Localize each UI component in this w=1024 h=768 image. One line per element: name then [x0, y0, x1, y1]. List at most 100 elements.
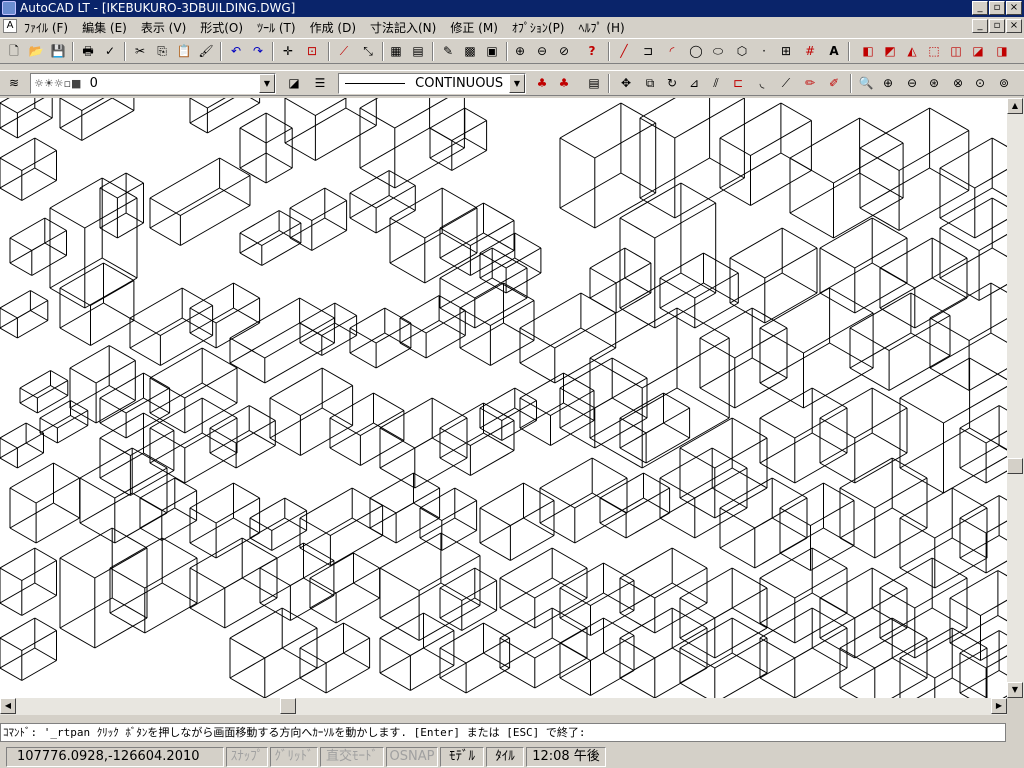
scale-icon[interactable]: ⊿: [684, 73, 704, 93]
undo-icon[interactable]: ↶: [226, 41, 246, 61]
scroll-up-button[interactable]: ▲: [1007, 98, 1023, 114]
drawing-canvas[interactable]: [0, 98, 1007, 698]
coordinate-display[interactable]: 107776.0928,-126604.2010: [6, 747, 224, 767]
solid-icon[interactable]: ◨: [992, 41, 1012, 61]
zoom-extents-icon[interactable]: ⊗: [948, 73, 968, 93]
zoom-in-icon[interactable]: ⊕: [878, 73, 898, 93]
zoom-previous-icon[interactable]: ⊙: [970, 73, 990, 93]
zoom-dynamic-icon[interactable]: ⊚: [994, 73, 1014, 93]
linetype-dropdown-arrow[interactable]: ▼: [509, 74, 525, 93]
torus-icon[interactable]: ◪: [968, 41, 988, 61]
cylinder-icon[interactable]: ⬚: [924, 41, 944, 61]
menu-help[interactable]: ﾍﾙﾌﾟ (H): [579, 19, 625, 36]
chamfer-icon[interactable]: ⟋: [776, 73, 796, 93]
scroll-left-button[interactable]: ◀: [0, 698, 16, 714]
zoom-realtime-icon[interactable]: 🔍: [856, 73, 876, 93]
hatch-icon[interactable]: #: [800, 41, 820, 61]
move-icon[interactable]: ✥: [616, 73, 636, 93]
doc-restore-button[interactable]: ▫: [989, 19, 1005, 33]
menu-file[interactable]: ﾌｧｲﾙ (F): [24, 19, 68, 36]
trim-icon[interactable]: ⫽: [706, 73, 726, 93]
zoom-in-realtime-icon[interactable]: ⊕: [510, 41, 530, 61]
minimize-button[interactable]: _: [972, 1, 988, 15]
copy-icon[interactable]: ⎘: [152, 41, 172, 61]
menu-modify[interactable]: 修正 (M): [450, 19, 498, 36]
box-icon[interactable]: ◧: [858, 41, 878, 61]
insert-icon[interactable]: ⊞: [776, 41, 796, 61]
text-icon[interactable]: A: [824, 41, 844, 61]
tile-toggle[interactable]: ﾀｲﾙ: [486, 747, 524, 767]
redraw-icon[interactable]: ▤: [408, 41, 428, 61]
rotate-icon[interactable]: ↻: [662, 73, 682, 93]
vertical-scroll-thumb[interactable]: [1007, 458, 1023, 474]
menu-dimension[interactable]: 寸法記入(N): [370, 19, 436, 36]
linetype-combo[interactable]: CONTINUOUS ▼: [338, 73, 526, 94]
horizontal-scrollbar[interactable]: ◀ ▶: [0, 698, 1007, 715]
properties-icon[interactable]: ▣: [482, 41, 502, 61]
pencil-icon[interactable]: ✎: [438, 41, 458, 61]
layers-icon[interactable]: ≋: [4, 73, 24, 93]
document-icon[interactable]: A: [3, 19, 17, 33]
close-button[interactable]: ×: [1006, 1, 1022, 15]
cone-icon[interactable]: ◭: [902, 41, 922, 61]
arc-icon[interactable]: ◜: [662, 41, 682, 61]
cut-icon[interactable]: ✂: [130, 41, 150, 61]
copy-object-icon[interactable]: ⧉: [640, 73, 660, 93]
menu-tools[interactable]: ﾂｰﾙ (T): [257, 19, 296, 36]
wedge-icon[interactable]: ◩: [880, 41, 900, 61]
ortho-toggle[interactable]: 直交ﾓｰﾄﾞ: [320, 747, 384, 767]
new-icon[interactable]: 🗋: [4, 41, 24, 61]
scroll-down-button[interactable]: ▼: [1007, 682, 1023, 698]
make-layer-current-icon[interactable]: ◪: [284, 73, 304, 93]
polygon-icon[interactable]: ⬡: [732, 41, 752, 61]
zoom-window-icon[interactable]: ⊡: [302, 41, 322, 61]
line-icon[interactable]: ╱: [614, 41, 634, 61]
doc-minimize-button[interactable]: _: [972, 19, 988, 33]
sphere-icon[interactable]: ◫: [946, 41, 966, 61]
distance-icon[interactable]: ⟋: [334, 41, 354, 61]
aerial-icon[interactable]: ⤡: [358, 41, 378, 61]
layer-dropdown-arrow[interactable]: ▼: [259, 74, 275, 93]
linetype-icon[interactable]: ☰: [310, 73, 330, 93]
scroll-right-button[interactable]: ▶: [991, 698, 1007, 714]
zoom-all-icon[interactable]: ⊛: [924, 73, 944, 93]
snap-from-icon[interactable]: ✛: [278, 41, 298, 61]
snap-toggle[interactable]: ｽﾅｯﾌﾟ: [226, 747, 268, 767]
zoom-out-realtime-icon[interactable]: ⊖: [532, 41, 552, 61]
vertical-scrollbar[interactable]: ▲ ▼: [1007, 98, 1024, 698]
color-alt-icon[interactable]: ♣: [554, 73, 574, 93]
circle-icon[interactable]: ◯: [686, 41, 706, 61]
fillet-icon[interactable]: ◟: [752, 73, 772, 93]
break-icon[interactable]: ⊏: [728, 73, 748, 93]
paste-icon[interactable]: 📋: [174, 41, 194, 61]
point-icon[interactable]: ·: [754, 41, 774, 61]
help-icon[interactable]: ?: [582, 41, 602, 61]
menu-format[interactable]: 形式(O): [200, 19, 243, 36]
autocad-app-icon[interactable]: [2, 1, 16, 15]
menu-draw[interactable]: 作成 (D): [310, 19, 356, 36]
match-prop-icon[interactable]: 🖌: [196, 41, 216, 61]
block-icon[interactable]: ▦: [386, 41, 406, 61]
explode-icon[interactable]: ✏: [800, 73, 820, 93]
menu-edit[interactable]: 編集 (E): [82, 19, 127, 36]
model-toggle[interactable]: ﾓﾃﾞﾙ: [440, 747, 484, 767]
spell-icon[interactable]: ✓: [100, 41, 120, 61]
menu-view[interactable]: 表示 (V): [141, 19, 186, 36]
ellipse-icon[interactable]: ⬭: [708, 41, 728, 61]
polyline-icon[interactable]: ⊐: [638, 41, 658, 61]
save-icon[interactable]: 💾: [48, 41, 68, 61]
color-icon[interactable]: ♣: [532, 73, 552, 93]
redo-icon[interactable]: ↷: [248, 41, 268, 61]
osnap-toggle[interactable]: OSNAP: [386, 747, 438, 767]
erase-icon[interactable]: ✐: [824, 73, 844, 93]
zoom-out-icon[interactable]: ⊖: [902, 73, 922, 93]
horizontal-scroll-thumb[interactable]: [280, 698, 296, 714]
doc-close-button[interactable]: ×: [1006, 19, 1022, 33]
menu-options[interactable]: ｵﾌﾟｼｮﾝ(P): [512, 19, 565, 36]
print-icon[interactable]: 🖶: [78, 41, 98, 61]
zoom-prev-icon[interactable]: ⊘: [554, 41, 574, 61]
restore-button[interactable]: ▫: [989, 1, 1005, 15]
command-line[interactable]: ｺﾏﾝﾄﾞ: '_rtpan ｸﾘｯｸ ﾎﾞﾀﾝを押しながら画面移動する方向へｶ…: [0, 723, 1006, 742]
open-icon[interactable]: 📂: [26, 41, 46, 61]
grid-toggle[interactable]: ｸﾞﾘｯﾄﾞ: [270, 747, 318, 767]
